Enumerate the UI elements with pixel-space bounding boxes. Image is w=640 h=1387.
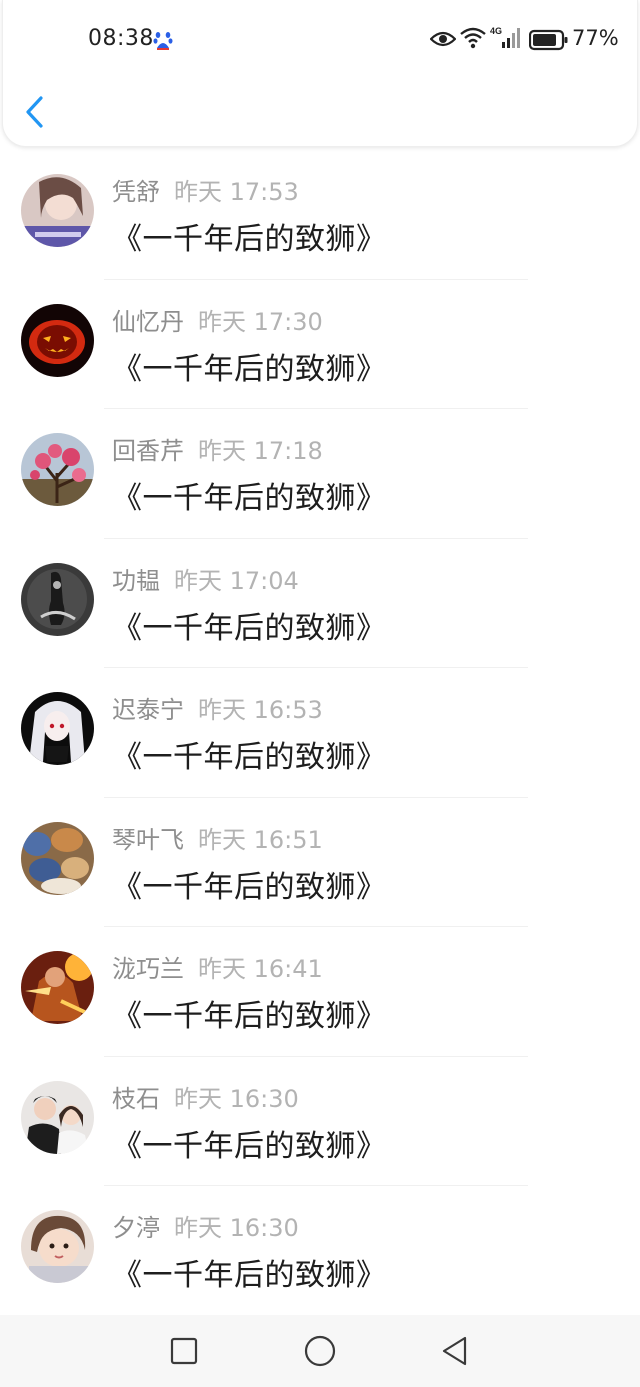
comment-meta: 回香芹 昨天 17:18	[112, 431, 323, 466]
baidu-paw-icon	[153, 32, 173, 50]
username[interactable]: 琴叶飞	[112, 826, 184, 854]
timestamp: 昨天 17:30	[198, 307, 323, 336]
avatar[interactable]	[21, 1080, 94, 1154]
network-type-label: 4G	[490, 26, 502, 36]
battery-icon	[529, 29, 568, 51]
comment-text: 《一千年后的致狮》	[112, 351, 387, 387]
comment-item[interactable]: 回香芹 昨天 17:18 《一千年后的致狮》	[0, 409, 640, 539]
username[interactable]: 仙忆丹	[112, 308, 184, 336]
comment-meta: 功韫 昨天 17:04	[112, 561, 299, 596]
comment-meta: 凭舒 昨天 17:53	[112, 172, 299, 207]
comment-meta: 夕渟 昨天 16:30	[112, 1208, 299, 1243]
comment-text: 《一千年后的致狮》	[112, 481, 387, 516]
status-time: 08:38	[88, 26, 154, 51]
username[interactable]: 枝石	[112, 1085, 160, 1113]
timestamp: 昨天 17:04	[174, 566, 299, 595]
system-nav-bar	[0, 1315, 640, 1387]
comment-text: 《一千年后的致狮》	[112, 1128, 387, 1164]
signal-icon: 4G	[490, 26, 520, 48]
timestamp: 昨天 16:53	[198, 696, 323, 724]
recents-square-icon[interactable]	[170, 1337, 198, 1365]
home-circle-icon[interactable]	[304, 1335, 336, 1367]
comment-text: 《一千年后的致狮》	[112, 222, 387, 257]
username[interactable]: 迟泰宁	[112, 696, 184, 724]
back-button[interactable]	[22, 94, 48, 130]
avatar[interactable]	[21, 951, 94, 1024]
comment-meta: 迟泰宁 昨天 16:53	[112, 690, 323, 725]
comment-item[interactable]: 琴叶飞 昨天 16:51 《一千年后的致狮》	[0, 798, 640, 927]
timestamp: 昨天 17:18	[198, 437, 323, 465]
comment-item[interactable]: 功韫 昨天 17:04 《一千年后的致狮》	[0, 539, 640, 668]
comment-text: 《一千年后的致狮》	[112, 999, 387, 1034]
eye-icon	[430, 31, 456, 47]
avatar[interactable]	[21, 562, 94, 636]
timestamp: 昨天 16:41	[198, 955, 323, 983]
comment-meta: 仙忆丹 昨天 17:30	[112, 302, 323, 337]
timestamp: 昨天 16:30	[174, 1084, 299, 1113]
username[interactable]: 回香芹	[112, 437, 184, 465]
username[interactable]: 凭舒	[112, 178, 160, 206]
comment-text: 《一千年后的致狮》	[112, 740, 387, 775]
avatar[interactable]	[21, 692, 94, 765]
comment-meta: 泷巧兰 昨天 16:41	[112, 949, 323, 984]
comment-text: 《一千年后的致狮》	[112, 869, 387, 905]
wifi-icon	[460, 27, 486, 49]
comment-item[interactable]: 枝石 昨天 16:30 《一千年后的致狮》	[0, 1057, 640, 1186]
battery-percent: 77%	[572, 26, 619, 50]
timestamp: 昨天 17:53	[174, 178, 299, 206]
comment-item[interactable]: 凭舒 昨天 17:53 《一千年后的致狮》	[0, 150, 640, 280]
comment-list: 凭舒 昨天 17:53 《一千年后的致狮》 仙忆丹 昨天 17:30 《一千年后的致狮》回…	[0, 150, 640, 1316]
username[interactable]: 泷巧兰	[112, 955, 184, 983]
username[interactable]: 夕渟	[112, 1214, 160, 1242]
avatar[interactable]	[21, 433, 94, 506]
back-triangle-icon[interactable]	[440, 1335, 470, 1367]
comment-text: 《一千年后的致狮》	[112, 1258, 387, 1293]
status-bar: 08:38 4G 77%	[0, 20, 640, 60]
timestamp: 昨天 16:51	[198, 825, 323, 854]
avatar[interactable]	[21, 303, 94, 377]
comment-text: 《一千年后的致狮》	[112, 610, 387, 646]
comment-item[interactable]: 迟泰宁 昨天 16:53 《一千年后的致狮》	[0, 668, 640, 798]
comment-item[interactable]: 泷巧兰 昨天 16:41 《一千年后的致狮》	[0, 927, 640, 1057]
comment-meta: 枝石 昨天 16:30	[112, 1079, 299, 1114]
avatar[interactable]	[21, 174, 94, 247]
avatar[interactable]	[21, 821, 94, 895]
username[interactable]: 功韫	[112, 567, 160, 595]
timestamp: 昨天 16:30	[174, 1214, 299, 1242]
comment-item[interactable]: 仙忆丹 昨天 17:30 《一千年后的致狮》	[0, 280, 640, 409]
comment-item[interactable]: 夕渟 昨天 16:30 《一千年后的致狮》	[0, 1186, 640, 1316]
comment-meta: 琴叶飞 昨天 16:51	[112, 820, 323, 855]
avatar[interactable]	[21, 1210, 94, 1283]
